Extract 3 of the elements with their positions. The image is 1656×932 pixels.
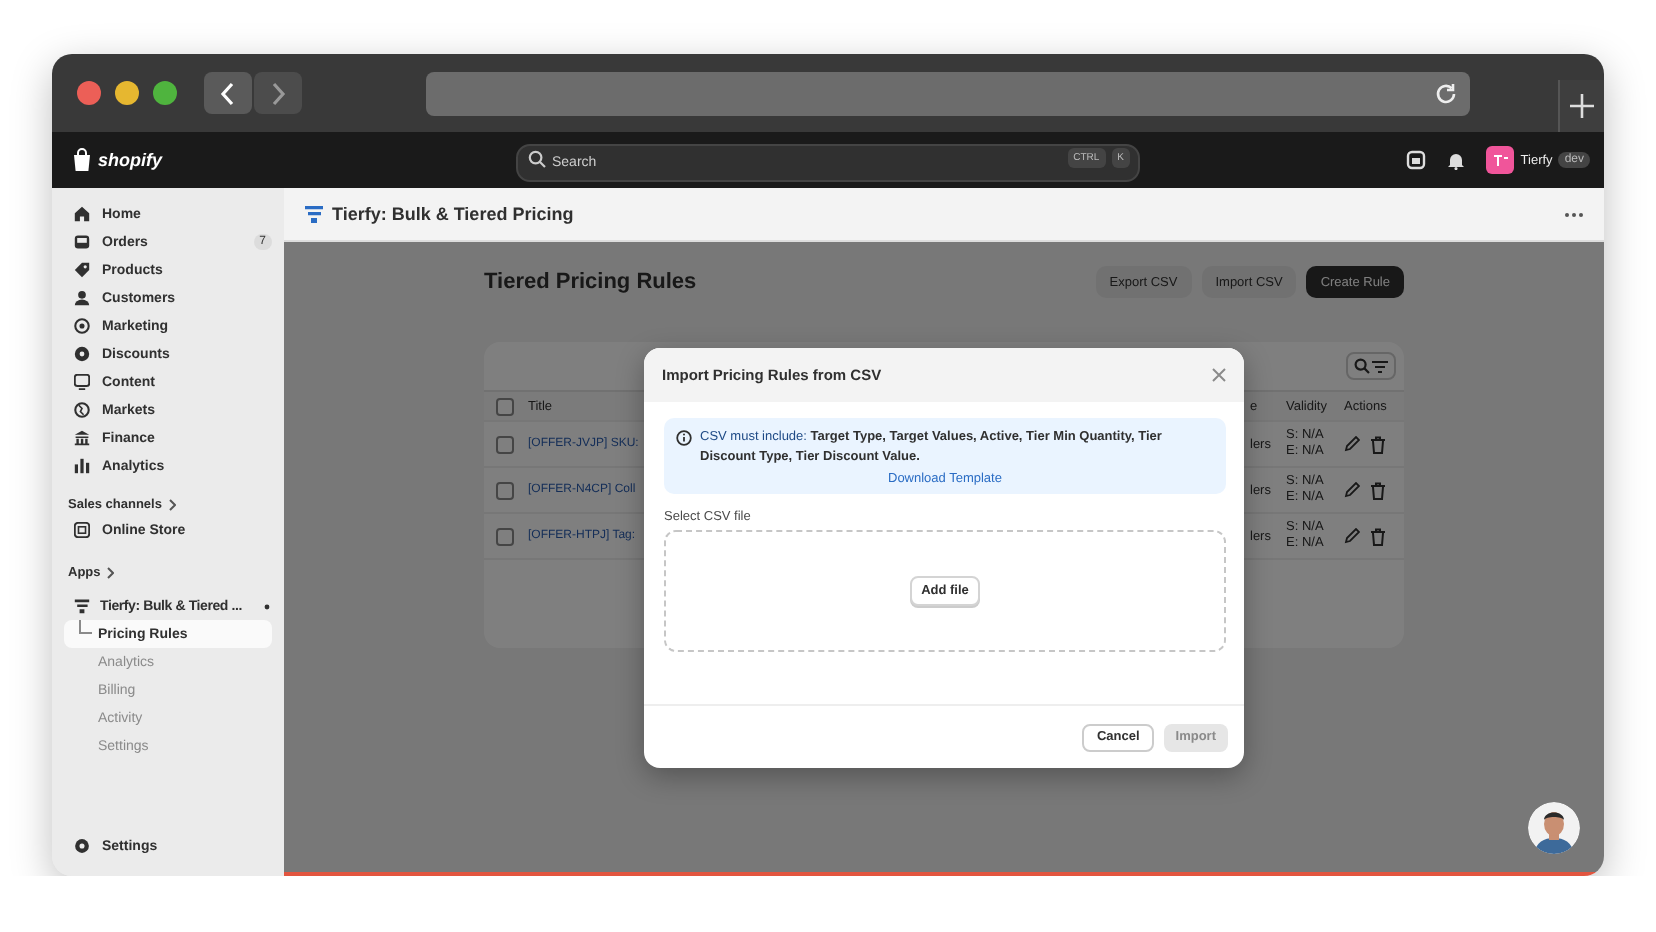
page-title: Tiered Pricing Rules <box>484 270 697 294</box>
logo-text: shopify <box>98 150 163 170</box>
app-title: Tierfy: Bulk & Tiered Pricing <box>332 204 574 224</box>
